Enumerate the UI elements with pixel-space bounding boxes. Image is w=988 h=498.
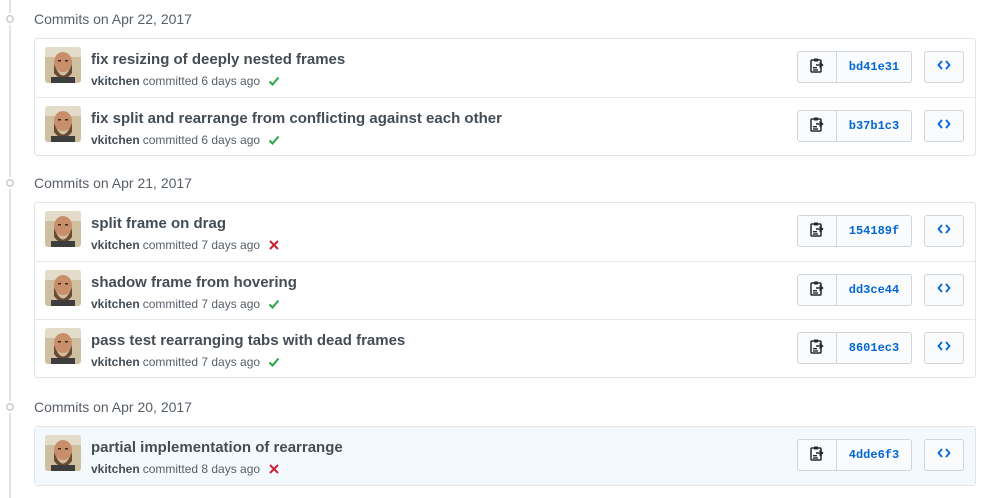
commit-meta: vkitchen committed 6 days ago	[91, 133, 280, 147]
avatar[interactable]	[45, 211, 81, 247]
commit-list: fix resizing of deeply nested frames vki…	[34, 38, 976, 156]
clippy-icon	[810, 116, 824, 137]
sha-button-group: bd41e31	[797, 51, 912, 83]
commit-sha-link[interactable]: 154189f	[836, 215, 912, 247]
git-commit-icon	[4, 177, 16, 189]
browse-repo-button[interactable]	[924, 110, 964, 142]
clippy-icon	[810, 280, 824, 301]
clippy-icon	[810, 338, 824, 359]
commit-sha-link[interactable]: bd41e31	[836, 51, 912, 83]
commit-row: partial implementation of rearrange vkit…	[35, 427, 975, 485]
commit-author[interactable]: vkitchen	[91, 74, 140, 88]
check-icon[interactable]	[268, 75, 280, 87]
code-icon	[937, 339, 951, 357]
commit-list: split frame on drag vkitchen committed 7…	[34, 202, 976, 378]
code-icon	[937, 281, 951, 299]
sha-button-group: dd3ce44	[797, 274, 912, 306]
check-icon[interactable]	[268, 298, 280, 310]
commit-group: Commits on Apr 21, 2017 split frame on d…	[0, 164, 988, 378]
commit-author[interactable]: vkitchen	[91, 297, 140, 311]
commit-group-header: Commits on Apr 21, 2017	[0, 164, 988, 202]
copy-sha-button[interactable]	[797, 110, 837, 142]
commit-author[interactable]: vkitchen	[91, 355, 140, 369]
check-icon[interactable]	[268, 356, 280, 368]
sha-button-group: 4dde6f3	[797, 439, 912, 471]
check-icon[interactable]	[268, 134, 280, 146]
clippy-icon	[810, 445, 824, 466]
commit-group-header: Commits on Apr 22, 2017	[0, 0, 988, 38]
browse-repo-button[interactable]	[924, 51, 964, 83]
sha-button-group: 8601ec3	[797, 332, 912, 364]
sha-button-group: b37b1c3	[797, 110, 912, 142]
git-commit-icon	[4, 401, 16, 413]
commit-meta: vkitchen committed 7 days ago	[91, 238, 280, 252]
commit-time: committed 7 days ago	[142, 297, 261, 311]
commit-sha-link[interactable]: 8601ec3	[836, 332, 912, 364]
browse-repo-button[interactable]	[924, 215, 964, 247]
commit-group-title: Commits on Apr 22, 2017	[34, 11, 192, 27]
commit-sha-link[interactable]: 4dde6f3	[836, 439, 912, 471]
commit-group-header: Commits on Apr 20, 2017	[0, 388, 988, 426]
browse-repo-button[interactable]	[924, 439, 964, 471]
avatar[interactable]	[45, 435, 81, 471]
commit-meta: vkitchen committed 7 days ago	[91, 355, 280, 369]
code-icon	[937, 222, 951, 240]
copy-sha-button[interactable]	[797, 439, 837, 471]
code-icon	[937, 446, 951, 464]
commit-group-title: Commits on Apr 20, 2017	[34, 399, 192, 415]
browse-repo-button[interactable]	[924, 332, 964, 364]
commit-time: committed 7 days ago	[142, 238, 261, 252]
commit-meta: vkitchen committed 7 days ago	[91, 297, 280, 311]
git-commit-icon	[4, 13, 16, 25]
sha-button-group: 154189f	[797, 215, 912, 247]
clippy-icon	[810, 57, 824, 78]
code-icon	[937, 58, 951, 76]
code-icon	[937, 117, 951, 135]
copy-sha-button[interactable]	[797, 215, 837, 247]
commit-author[interactable]: vkitchen	[91, 462, 140, 476]
commit-time: committed 8 days ago	[142, 462, 261, 476]
commit-author[interactable]: vkitchen	[91, 238, 140, 252]
commit-meta: vkitchen committed 6 days ago	[91, 74, 280, 88]
commit-row: fix resizing of deeply nested frames vki…	[35, 39, 975, 97]
commit-title[interactable]: partial implementation of rearrange	[91, 439, 343, 456]
commit-title[interactable]: split frame on drag	[91, 215, 226, 232]
commit-row: split frame on drag vkitchen committed 7…	[35, 203, 975, 261]
commit-group: Commits on Apr 22, 2017 fix resizing of …	[0, 0, 988, 156]
commit-title[interactable]: fix resizing of deeply nested frames	[91, 51, 345, 68]
commit-history: Commits on Apr 22, 2017 fix resizing of …	[0, 0, 988, 498]
copy-sha-button[interactable]	[797, 274, 837, 306]
commit-row: shadow frame from hovering vkitchen comm…	[35, 261, 975, 319]
commit-title[interactable]: shadow frame from hovering	[91, 274, 297, 291]
clippy-icon	[810, 221, 824, 242]
commit-sha-link[interactable]: b37b1c3	[836, 110, 912, 142]
commit-row: pass test rearranging tabs with dead fra…	[35, 319, 975, 377]
commit-title[interactable]: pass test rearranging tabs with dead fra…	[91, 332, 405, 349]
x-icon[interactable]	[268, 239, 280, 251]
avatar[interactable]	[45, 328, 81, 364]
commit-author[interactable]: vkitchen	[91, 133, 140, 147]
commit-time: committed 6 days ago	[142, 133, 261, 147]
copy-sha-button[interactable]	[797, 51, 837, 83]
commit-list: partial implementation of rearrange vkit…	[34, 426, 976, 486]
copy-sha-button[interactable]	[797, 332, 837, 364]
commit-time: committed 6 days ago	[142, 74, 261, 88]
commit-group-title: Commits on Apr 21, 2017	[34, 175, 192, 191]
avatar[interactable]	[45, 47, 81, 83]
commit-time: committed 7 days ago	[142, 355, 261, 369]
commit-meta: vkitchen committed 8 days ago	[91, 462, 280, 476]
commit-sha-link[interactable]: dd3ce44	[836, 274, 912, 306]
avatar[interactable]	[45, 106, 81, 142]
commit-row: fix split and rearrange from conflicting…	[35, 97, 975, 155]
commit-group: Commits on Apr 20, 2017 partial implemen…	[0, 388, 988, 486]
x-icon[interactable]	[268, 463, 280, 475]
commit-title[interactable]: fix split and rearrange from conflicting…	[91, 110, 502, 127]
browse-repo-button[interactable]	[924, 274, 964, 306]
avatar[interactable]	[45, 270, 81, 306]
